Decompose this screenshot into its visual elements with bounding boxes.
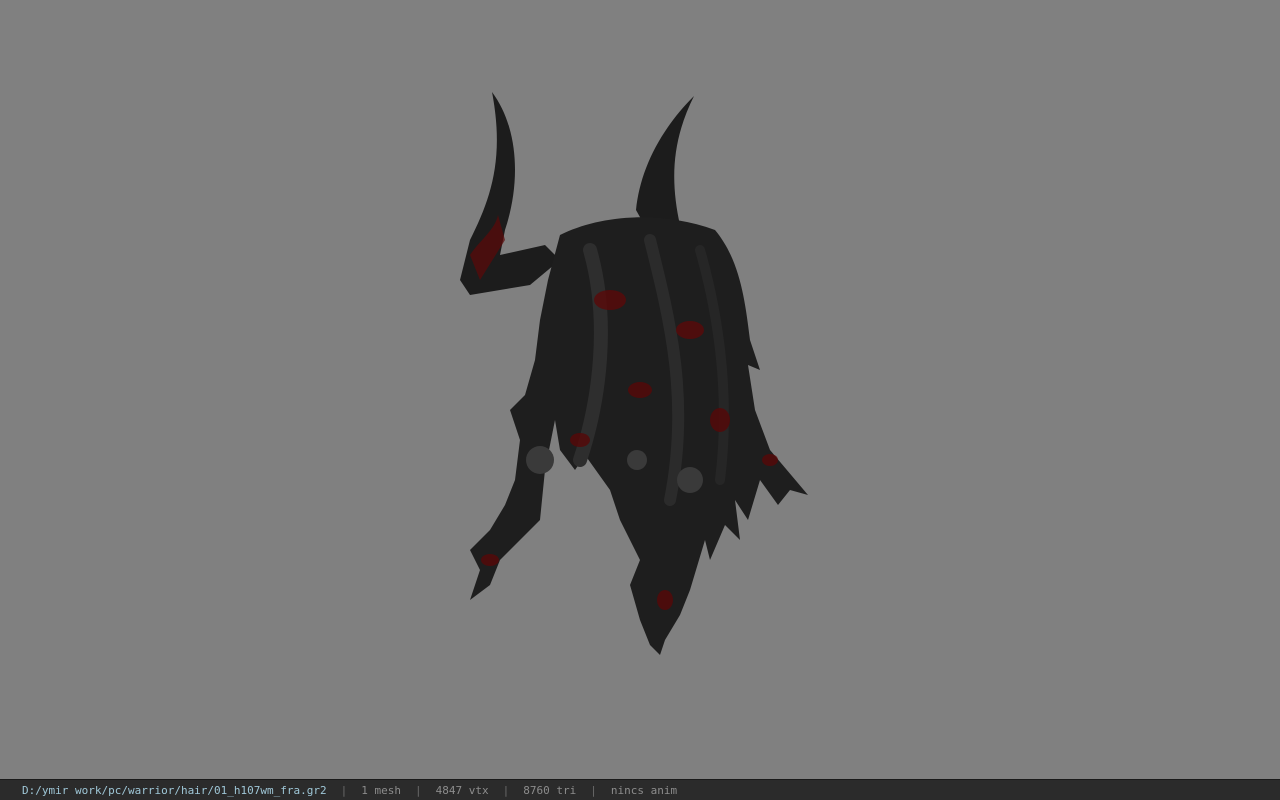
separator: | xyxy=(502,783,510,797)
separator: | xyxy=(415,783,422,797)
animation-status: nincs anim xyxy=(610,783,678,797)
file-path: D:/ymir work/pc/warrior/hair/01_h107wm_f… xyxy=(22,783,327,797)
right-horn xyxy=(636,96,694,235)
blood-mark-4 xyxy=(710,408,730,432)
separator: | xyxy=(340,783,348,797)
status-bar: D:/ymir work/pc/warrior/hair/01_h107wm_f… xyxy=(0,779,1280,800)
vertex-count: 4847 vtx xyxy=(435,783,489,797)
blood-mark-8 xyxy=(762,454,778,466)
ornament-right xyxy=(677,467,703,493)
horned-hair-mesh-preview xyxy=(460,92,808,655)
blood-mark-1 xyxy=(594,290,626,310)
blood-mark-7 xyxy=(481,554,499,566)
3d-viewport[interactable] xyxy=(0,0,1280,779)
mesh-count: 1 mesh xyxy=(361,783,402,797)
triangle-count: 8760 tri xyxy=(523,783,577,797)
blood-mark-3 xyxy=(628,382,652,398)
ornament-center xyxy=(627,450,647,470)
blood-mark-6 xyxy=(657,590,673,610)
blood-mark-2 xyxy=(676,321,704,339)
ornament-left xyxy=(526,446,554,474)
blood-mark-5 xyxy=(570,433,590,447)
separator: | xyxy=(590,783,597,797)
